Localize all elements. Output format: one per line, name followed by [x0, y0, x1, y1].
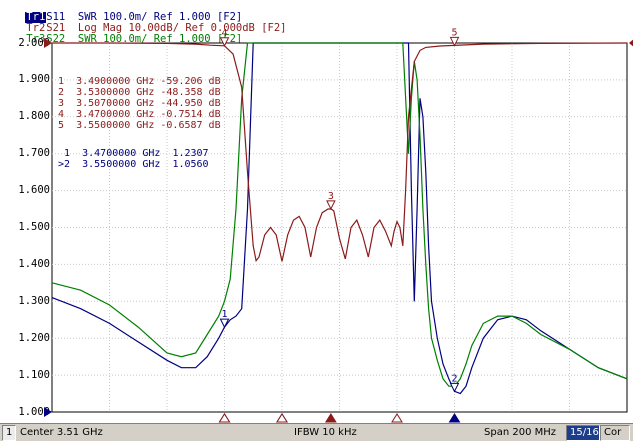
marker-row-s21: 2 3.5300000 GHz -48.358 dB: [58, 87, 221, 98]
bottom-marker-arrow: [391, 413, 403, 423]
bottom-marker-arrow: [448, 413, 461, 423]
ref-arrow-right: [629, 39, 633, 47]
marker-row-s21: 5 3.5500000 GHz -0.6587 dB: [58, 120, 221, 131]
marker-row-s11: 1 3.4700000 GHz 1.2307: [64, 148, 209, 159]
marker-row-s21: 1 3.4900000 GHz -59.206 dB: [58, 76, 221, 87]
marker-label: 5: [452, 27, 458, 38]
span-setting[interactable]: Span 200 MHz: [480, 425, 562, 441]
ref-arrow-bottom-left: [44, 407, 52, 417]
marker-label: 2: [452, 373, 458, 384]
vna-display: Tr1S11 SWR 100.0m/ Ref 1.000 [F2] Tr2S21…: [0, 0, 633, 441]
bottom-marker-arrow: [324, 413, 337, 423]
marker-row-s21: 4 3.4700000 GHz -0.7514 dB: [58, 109, 221, 120]
status-bar: 1 Center 3.51 GHz IFBW 10 kHz Span 200 M…: [0, 423, 633, 441]
marker-label: 3: [328, 191, 334, 202]
center-frequency[interactable]: Center 3.51 GHz: [16, 425, 244, 441]
marker-row-s11: >2 3.5500000 GHz 1.0560: [58, 159, 209, 170]
marker-label: 4: [222, 28, 228, 39]
marker-row-s21: 3 3.5070000 GHz -44.950 dB: [58, 98, 221, 109]
bottom-marker-arrow: [276, 413, 288, 423]
marker-label: 1: [222, 309, 228, 320]
correction-indicator[interactable]: Cor: [600, 425, 630, 441]
channel-number[interactable]: 1: [2, 425, 16, 441]
ref-arrow-left: [44, 38, 52, 48]
measurement-chart[interactable]: 4 3 5 1 2: [0, 0, 633, 423]
trace-count-indicator[interactable]: 15/16: [566, 425, 600, 441]
bottom-marker-arrow: [218, 413, 231, 423]
ifbw-setting[interactable]: IFBW 10 kHz: [290, 425, 448, 441]
